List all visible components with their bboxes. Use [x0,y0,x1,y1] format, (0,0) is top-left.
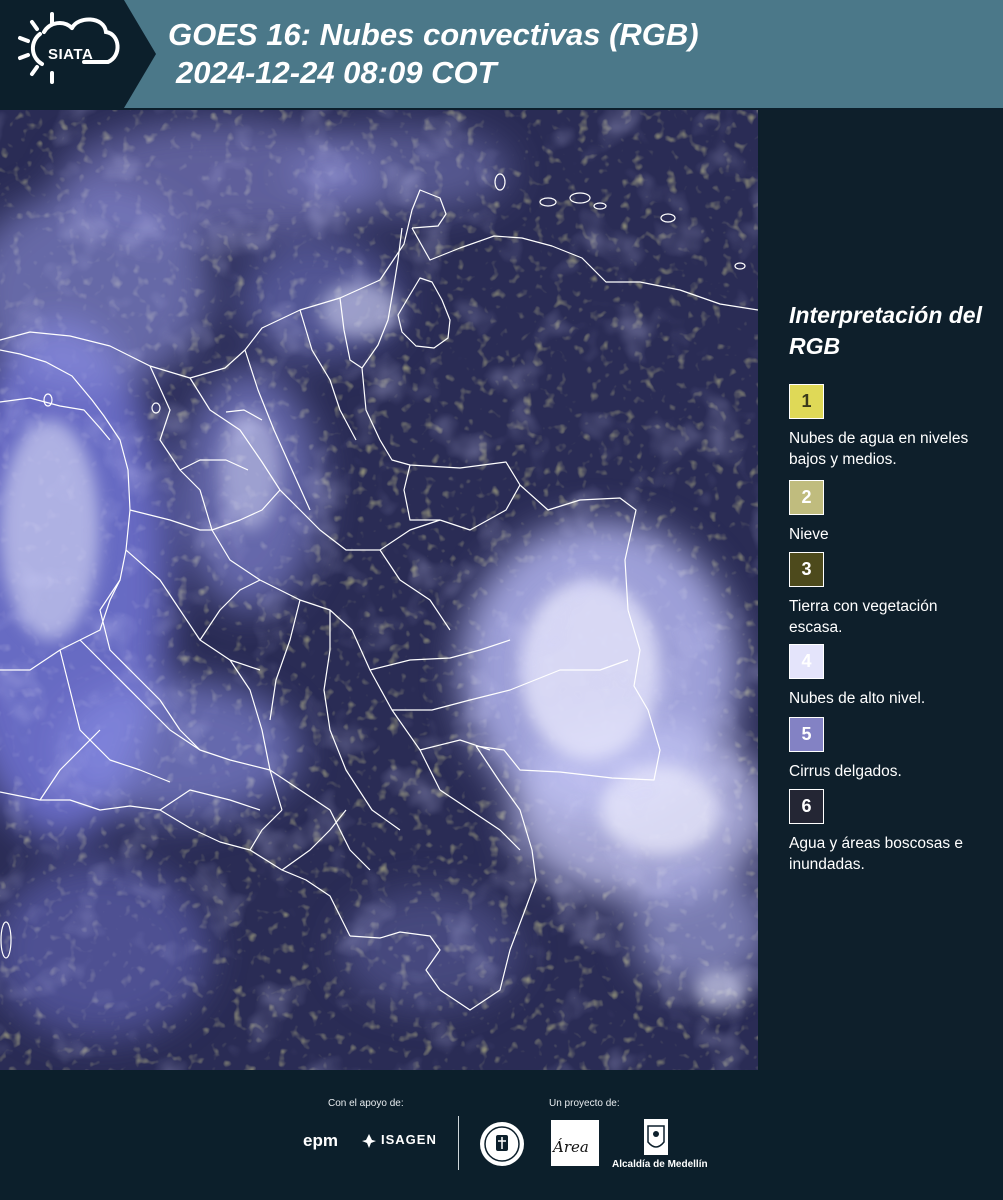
legend-label: Nubes de agua en niveles bajos y medios. [789,430,969,468]
legend-swatch: 2 [789,480,824,515]
legend-item-1: 1 Nubes de agua en niveles bajos y medio… [789,384,989,470]
alcaldia-coat-of-arms-icon [644,1119,668,1155]
legend-label: Agua y áreas boscosas e inundadas. [789,835,964,873]
legend-swatch: 1 [789,384,824,419]
title-datetime: 2024-12-24 08:09 COT [176,55,497,90]
legend-swatch: 6 [789,789,824,824]
legend-number: 4 [801,651,812,671]
epm-logo: epm [303,1131,338,1150]
legend-label: Cirrus delgados. [789,763,902,780]
satellite-map [0,110,758,1070]
legend-item-5: 5 Cirrus delgados. [789,717,989,782]
legend-title: Interpretación del RGB [789,302,982,359]
medellin-seal-icon [480,1122,524,1166]
footer-sponsors: Con el apoyo de: Un proyecto de: epm ISA… [0,1070,1003,1200]
legend-number: 6 [801,796,812,816]
legend-number: 3 [801,559,812,579]
siata-logo: SIATA [0,0,124,108]
isagen-icon [362,1134,376,1148]
siata-logo-text: SIATA [48,46,94,63]
legend-label: Nubes de alto nivel. [789,690,926,707]
legend-item-4: 4 Nubes de alto nivel. [789,644,989,709]
legend-label: Nieve [789,526,829,543]
legend-number: 1 [801,391,812,411]
support-label: Con el apoyo de: [328,1098,404,1109]
legend-item-3: 3 Tierra con vegetación escasa. [789,552,989,638]
legend-panel: Interpretación del RGB 1 Nubes de agua e… [760,110,1003,1070]
legend-swatch: 4 [789,644,824,679]
legend-number: 5 [801,724,812,744]
project-label: Un proyecto de: [549,1098,620,1109]
logo-arrow-shape [124,0,156,108]
area-metropolitana-text: Área [553,1138,589,1156]
legend-item-6: 6 Agua y áreas boscosas e inundadas. [789,789,989,875]
satellite-image [0,110,758,1070]
alcaldia-text: Alcaldía de Medellín [612,1159,708,1170]
footer-divider [458,1116,459,1170]
title-product: GOES 16: Nubes convectivas (RGB) [168,17,699,52]
page-title: GOES 16: Nubes convectivas (RGB) 2024-12… [168,16,699,92]
legend-number: 2 [801,487,812,507]
legend-item-2: 2 Nieve [789,480,989,545]
header-banner: SIATA GOES 16: Nubes convectivas (RGB) 2… [0,0,1003,108]
legend-swatch: 3 [789,552,824,587]
legend-swatch: 5 [789,717,824,752]
legend-label: Tierra con vegetación escasa. [789,598,938,636]
isagen-logo: ISAGEN [381,1132,437,1147]
